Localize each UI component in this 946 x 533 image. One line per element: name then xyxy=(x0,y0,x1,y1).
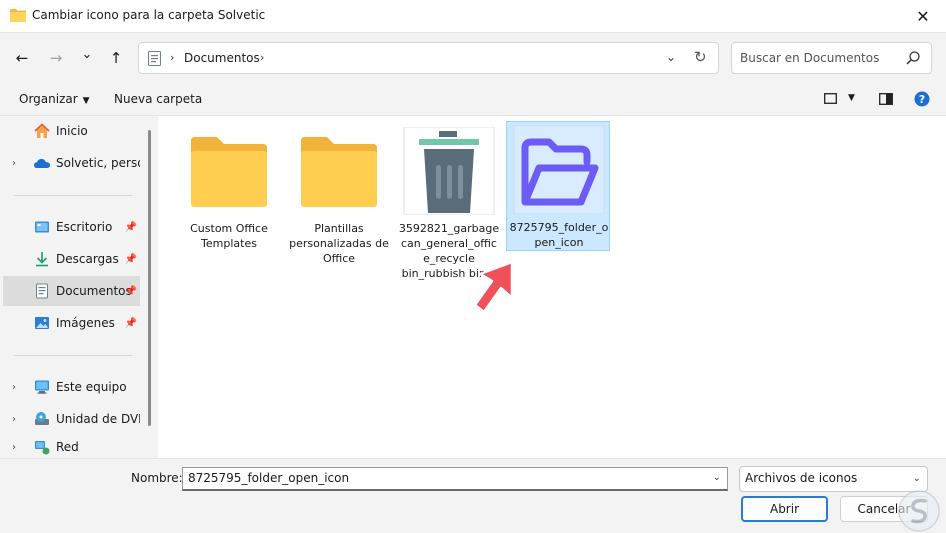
chevron-down-icon: ⌄ xyxy=(81,46,93,62)
sidebar-item-documentos[interactable]: Documentos 📌 xyxy=(3,276,140,306)
sidebar-item-inicio[interactable]: Inicio xyxy=(3,116,140,146)
filetype-value: Archivos de iconos xyxy=(745,471,858,485)
list-item-file-garbage-can-icon[interactable]: 3592821_garbage can_general_offic e_recy… xyxy=(396,122,500,280)
chevron-down-icon[interactable]: ⌄ xyxy=(713,472,721,483)
sidebar-item-label: Unidad de DVD xyxy=(56,412,140,426)
back-button[interactable]: ← xyxy=(11,47,33,69)
desktop-icon xyxy=(35,221,49,233)
sidebar-item-label: Este equipo xyxy=(56,380,127,394)
forward-arrow-icon: → xyxy=(49,49,63,67)
breadcrumb-separator: › xyxy=(170,51,175,64)
sidebar-item-imagenes[interactable]: Imágenes 📌 xyxy=(3,308,140,338)
chevron-right-icon[interactable]: › xyxy=(12,382,16,393)
navigation-pane: Inicio › Solvetic, person Escritorio 📌 D… xyxy=(0,116,158,458)
home-icon xyxy=(34,123,50,138)
folder-icon xyxy=(191,137,267,207)
chevron-right-icon[interactable]: › xyxy=(12,442,16,453)
command-bar: Organizar ▼ Nueva carpeta ▼ ? xyxy=(0,84,946,116)
view-options-icon[interactable] xyxy=(824,93,837,104)
sidebar-item-descargas[interactable]: Descargas 📌 xyxy=(3,244,140,274)
sidebar-item-este-equipo[interactable]: › Este equipo xyxy=(3,372,140,402)
up-arrow-icon: ↑ xyxy=(109,49,123,67)
window-title: Cambiar icono para la carpeta Solvetic xyxy=(32,8,266,22)
navigation-bar: ← → ⌄ ↑ › Documentos › ⌄ ↻ Buscar en Doc… xyxy=(0,32,946,84)
sidebar-item-label: Red xyxy=(56,440,79,454)
annotation-arrow-icon xyxy=(473,260,514,314)
search-icon[interactable] xyxy=(905,50,921,66)
up-button[interactable]: ↑ xyxy=(105,47,127,69)
breadcrumb-documentos[interactable]: Documentos xyxy=(184,51,260,65)
back-arrow-icon: ← xyxy=(15,49,29,67)
open-button[interactable]: Abrir xyxy=(741,496,828,522)
view-dropdown-caret-icon[interactable]: ▼ xyxy=(848,93,855,103)
organize-button[interactable]: Organizar ▼ xyxy=(19,92,90,106)
sidebar-divider xyxy=(14,355,132,356)
open-folder-icon xyxy=(513,126,605,214)
file-name: Custom Office Templates xyxy=(190,222,268,250)
new-folder-button[interactable]: Nueva carpeta xyxy=(114,92,202,106)
documents-icon xyxy=(148,51,161,66)
filename-input[interactable]: 8725795_folder_open_icon ⌄ xyxy=(182,467,728,491)
watermark-logo xyxy=(898,490,940,532)
trash-can-icon xyxy=(403,127,495,215)
file-name: 8725795_folder_o pen_icon xyxy=(509,221,609,249)
search-input[interactable]: Buscar en Documentos xyxy=(740,51,879,65)
search-box[interactable]: Buscar en Documentos xyxy=(731,42,932,74)
chevron-right-icon[interactable]: › xyxy=(12,158,16,169)
pin-icon[interactable]: 📌 xyxy=(125,318,137,329)
sidebar-item-label: Inicio xyxy=(56,124,88,138)
sidebar-item-onedrive[interactable]: › Solvetic, person xyxy=(3,148,140,178)
address-dropdown-icon[interactable]: ⌄ xyxy=(666,50,676,64)
list-item-folder-plantillas[interactable]: Plantillas personalizadas de Office xyxy=(286,122,390,265)
sidebar-item-label: Solvetic, person xyxy=(56,156,140,170)
sidebar-item-escritorio[interactable]: Escritorio 📌 xyxy=(3,212,140,242)
sidebar-divider xyxy=(14,195,132,196)
file-list: Custom Office Templates Plantillas perso… xyxy=(158,116,946,458)
cloud-icon xyxy=(34,158,50,168)
recent-locations-button[interactable]: ⌄ xyxy=(76,43,98,65)
forward-button[interactable]: → xyxy=(45,47,67,69)
close-icon: ✕ xyxy=(916,6,930,26)
chevron-right-icon[interactable]: › xyxy=(12,414,16,425)
sidebar-item-red[interactable]: › Red xyxy=(3,436,140,458)
list-item-folder-custom-office-templates[interactable]: Custom Office Templates xyxy=(176,122,280,252)
dialog-footer: Nombre: 8725795_folder_open_icon ⌄ Archi… xyxy=(0,458,946,533)
breadcrumb-separator[interactable]: › xyxy=(260,51,264,64)
folder-icon xyxy=(10,9,26,22)
close-button[interactable]: ✕ xyxy=(900,0,946,32)
file-name: Plantillas personalizadas de Office xyxy=(289,222,389,265)
download-icon xyxy=(36,252,48,267)
dvd-drive-icon xyxy=(35,412,49,425)
help-icon[interactable]: ? xyxy=(914,91,930,107)
list-item-file-folder-open-icon[interactable]: 8725795_folder_o pen_icon xyxy=(506,121,610,251)
chevron-down-icon[interactable]: ⌄ xyxy=(913,473,921,484)
filename-label: Nombre: xyxy=(131,471,183,485)
organize-label: Organizar xyxy=(19,92,78,106)
svg-text:?: ? xyxy=(919,93,925,106)
folder-icon xyxy=(301,137,377,207)
pictures-icon xyxy=(35,317,49,329)
filename-value: 8725795_folder_open_icon xyxy=(188,471,350,485)
computer-icon xyxy=(35,380,49,394)
refresh-icon[interactable]: ↻ xyxy=(694,48,707,66)
title-bar: Cambiar icono para la carpeta Solvetic ✕ xyxy=(0,0,946,32)
pin-icon[interactable]: 📌 xyxy=(125,286,137,297)
documents-icon xyxy=(36,283,48,299)
network-icon xyxy=(35,441,50,455)
sidebar-scrollbar[interactable] xyxy=(148,130,151,426)
pin-icon[interactable]: 📌 xyxy=(125,222,137,233)
sidebar-item-unidad-dvd[interactable]: › Unidad de DVD xyxy=(3,404,140,434)
caret-down-icon: ▼ xyxy=(82,96,90,106)
preview-pane-icon[interactable] xyxy=(879,93,893,105)
pin-icon[interactable]: 📌 xyxy=(125,254,137,265)
address-bar[interactable]: › Documentos › ⌄ ↻ xyxy=(138,42,719,74)
